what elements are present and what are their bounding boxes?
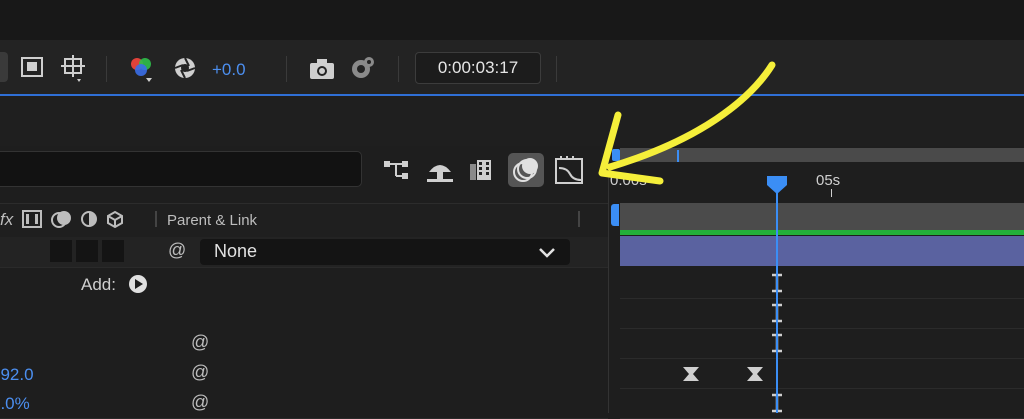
- keyframe-icon[interactable]: [746, 366, 764, 382]
- layer-duration-bar[interactable]: [620, 236, 1024, 266]
- region-of-interest-icon[interactable]: [17, 53, 47, 81]
- pick-whip-icon[interactable]: @: [168, 240, 186, 261]
- render-cache-bar: [620, 230, 1024, 235]
- timeline-row: [620, 268, 1024, 299]
- property-value-scale[interactable]: 7.0%: [0, 394, 30, 414]
- pick-whip-icon[interactable]: @: [191, 332, 209, 353]
- property-row: [0, 298, 608, 329]
- annotation-arrow: [598, 61, 776, 185]
- show-snapshot-icon[interactable]: [348, 53, 378, 81]
- layer-switch-box[interactable]: [102, 240, 124, 262]
- pick-whip-icon[interactable]: @: [191, 392, 209, 413]
- add-property-button[interactable]: [128, 274, 148, 299]
- property-row: [0, 358, 608, 389]
- toolbar-separator: [106, 56, 107, 82]
- toolbar-separator: [398, 56, 399, 82]
- playhead-line: [776, 186, 778, 413]
- parent-link-column-header: Parent & Link: [167, 212, 258, 229]
- ruler-tick-mark: [831, 189, 832, 197]
- adjustment-circle-column-icon: [80, 210, 98, 233]
- grid-guides-icon[interactable]: [58, 52, 90, 84]
- column-divider: [155, 211, 157, 227]
- property-row: [0, 328, 608, 359]
- property-row: [0, 388, 608, 419]
- take-snapshot-icon[interactable]: [308, 57, 336, 81]
- property-value-position[interactable]: 992.0: [0, 365, 34, 385]
- keyframe-icon[interactable]: [682, 366, 700, 382]
- chevron-down-icon: [539, 248, 555, 258]
- top-strip: [0, 0, 1024, 40]
- motion-blur-icon[interactable]: [508, 153, 544, 187]
- layer-switch-box[interactable]: [76, 240, 98, 262]
- timeline-row: [620, 328, 1024, 359]
- work-area-bar[interactable]: [620, 203, 1024, 231]
- work-area-start-handle[interactable]: [611, 204, 619, 226]
- toolbar-separator: [556, 56, 557, 82]
- column-divider: [578, 211, 580, 227]
- add-label: Add:: [81, 275, 116, 294]
- reset-exposure-icon[interactable]: [172, 55, 198, 81]
- parent-dropdown-value: None: [214, 241, 258, 261]
- layer-search-input[interactable]: [0, 151, 362, 187]
- composition-flowchart-icon[interactable]: [382, 157, 414, 185]
- toolbar-separator: [286, 56, 287, 82]
- parent-dropdown[interactable]: None: [200, 239, 570, 265]
- exposure-value[interactable]: +0.0: [212, 60, 246, 80]
- fx-column-header: fx: [0, 210, 14, 229]
- channel-icon[interactable]: [128, 54, 156, 84]
- layer-switch-box[interactable]: [50, 240, 72, 262]
- timeline-panel-header: [0, 96, 1024, 146]
- timeline-row: [620, 358, 1024, 389]
- pick-whip-icon[interactable]: @: [191, 362, 209, 383]
- motion-blur-column-icon: [50, 208, 74, 235]
- timeline-row: [620, 298, 1024, 329]
- ruler-05s-label: 05s: [816, 172, 841, 189]
- current-time-display[interactable]: 0:00:03:17: [415, 52, 541, 84]
- timeline-row: [620, 388, 1024, 419]
- adjustment-layer-column-icon: [22, 210, 42, 233]
- 3d-layer-column-icon: [106, 210, 124, 233]
- shy-layers-icon[interactable]: [425, 156, 455, 184]
- frame-blending-icon[interactable]: [468, 156, 496, 184]
- toolbar-button-partial[interactable]: [0, 52, 8, 82]
